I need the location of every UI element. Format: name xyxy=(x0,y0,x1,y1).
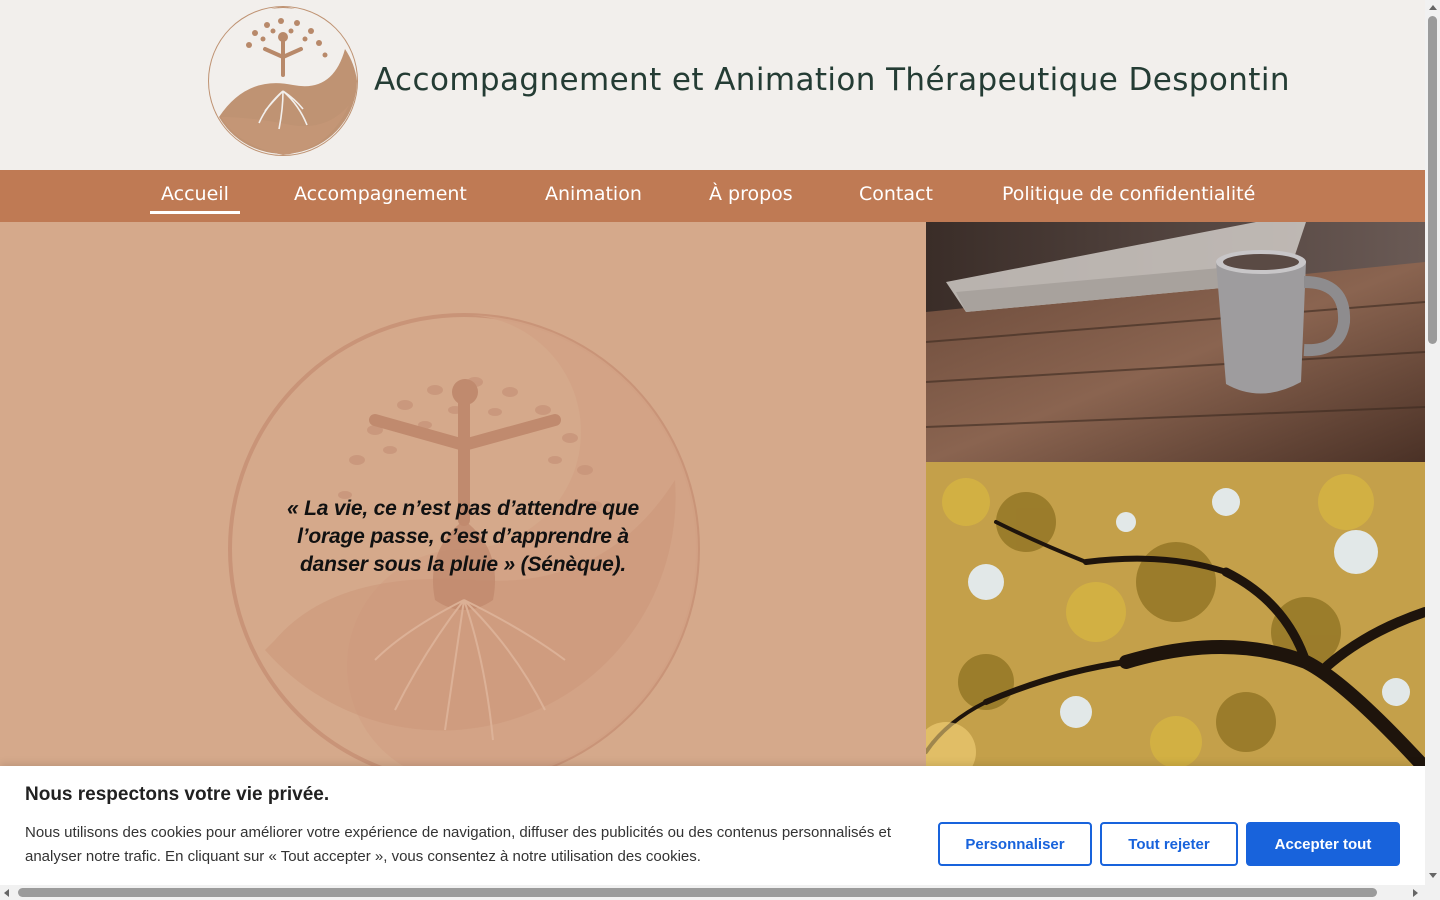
vertical-scroll-thumb[interactable] xyxy=(1428,16,1437,344)
vertical-scrollbar[interactable] xyxy=(1425,0,1440,885)
autumn-tree-image xyxy=(926,462,1425,768)
nav-item-accompagnement[interactable]: Accompagnement xyxy=(294,170,467,222)
nav-item-accueil[interactable]: Accueil xyxy=(150,170,240,222)
horizontal-scrollbar[interactable] xyxy=(0,885,1425,900)
nav-item-politique[interactable]: Politique de confidentialité xyxy=(1002,170,1255,222)
coffee-mug-image xyxy=(926,222,1425,462)
reject-all-button[interactable]: Tout rejeter xyxy=(1100,822,1238,866)
scroll-down-icon[interactable] xyxy=(1429,873,1437,878)
site-header: Accompagnement et Animation Thérapeutiqu… xyxy=(0,0,1425,170)
accept-all-button[interactable]: Accepter tout xyxy=(1246,822,1400,866)
nav-item-contact[interactable]: Contact xyxy=(859,170,933,222)
scroll-up-icon[interactable] xyxy=(1429,5,1437,10)
scroll-right-icon[interactable] xyxy=(1413,889,1418,897)
cookie-title: Nous respectons votre vie privée. xyxy=(25,784,330,805)
scroll-left-icon[interactable] xyxy=(4,889,9,897)
scrollbar-corner xyxy=(1425,885,1440,900)
hero-quote: « La vie, ce n’est pas d’attendre que l’… xyxy=(286,497,640,576)
nav-item-animation[interactable]: Animation xyxy=(545,170,642,222)
horizontal-scroll-thumb[interactable] xyxy=(18,888,1377,897)
tree-of-life-yin-yang-icon[interactable] xyxy=(207,5,359,157)
nav-item-a-propos[interactable]: À propos xyxy=(709,170,793,222)
cookie-description: Nous utilisons des cookies pour améliore… xyxy=(25,824,892,865)
customize-button[interactable]: Personnaliser xyxy=(938,822,1092,866)
cookie-consent-banner: Nous respectons votre vie privée. Nous u… xyxy=(0,766,1425,885)
site-title[interactable]: Accompagnement et Animation Thérapeutiqu… xyxy=(374,62,1290,98)
main-navigation: Accueil Accompagnement Animation À propo… xyxy=(0,170,1425,222)
hero-section: « La vie, ce n’est pas d’attendre que l’… xyxy=(0,222,926,768)
page: Accompagnement et Animation Thérapeutiqu… xyxy=(0,0,1425,885)
